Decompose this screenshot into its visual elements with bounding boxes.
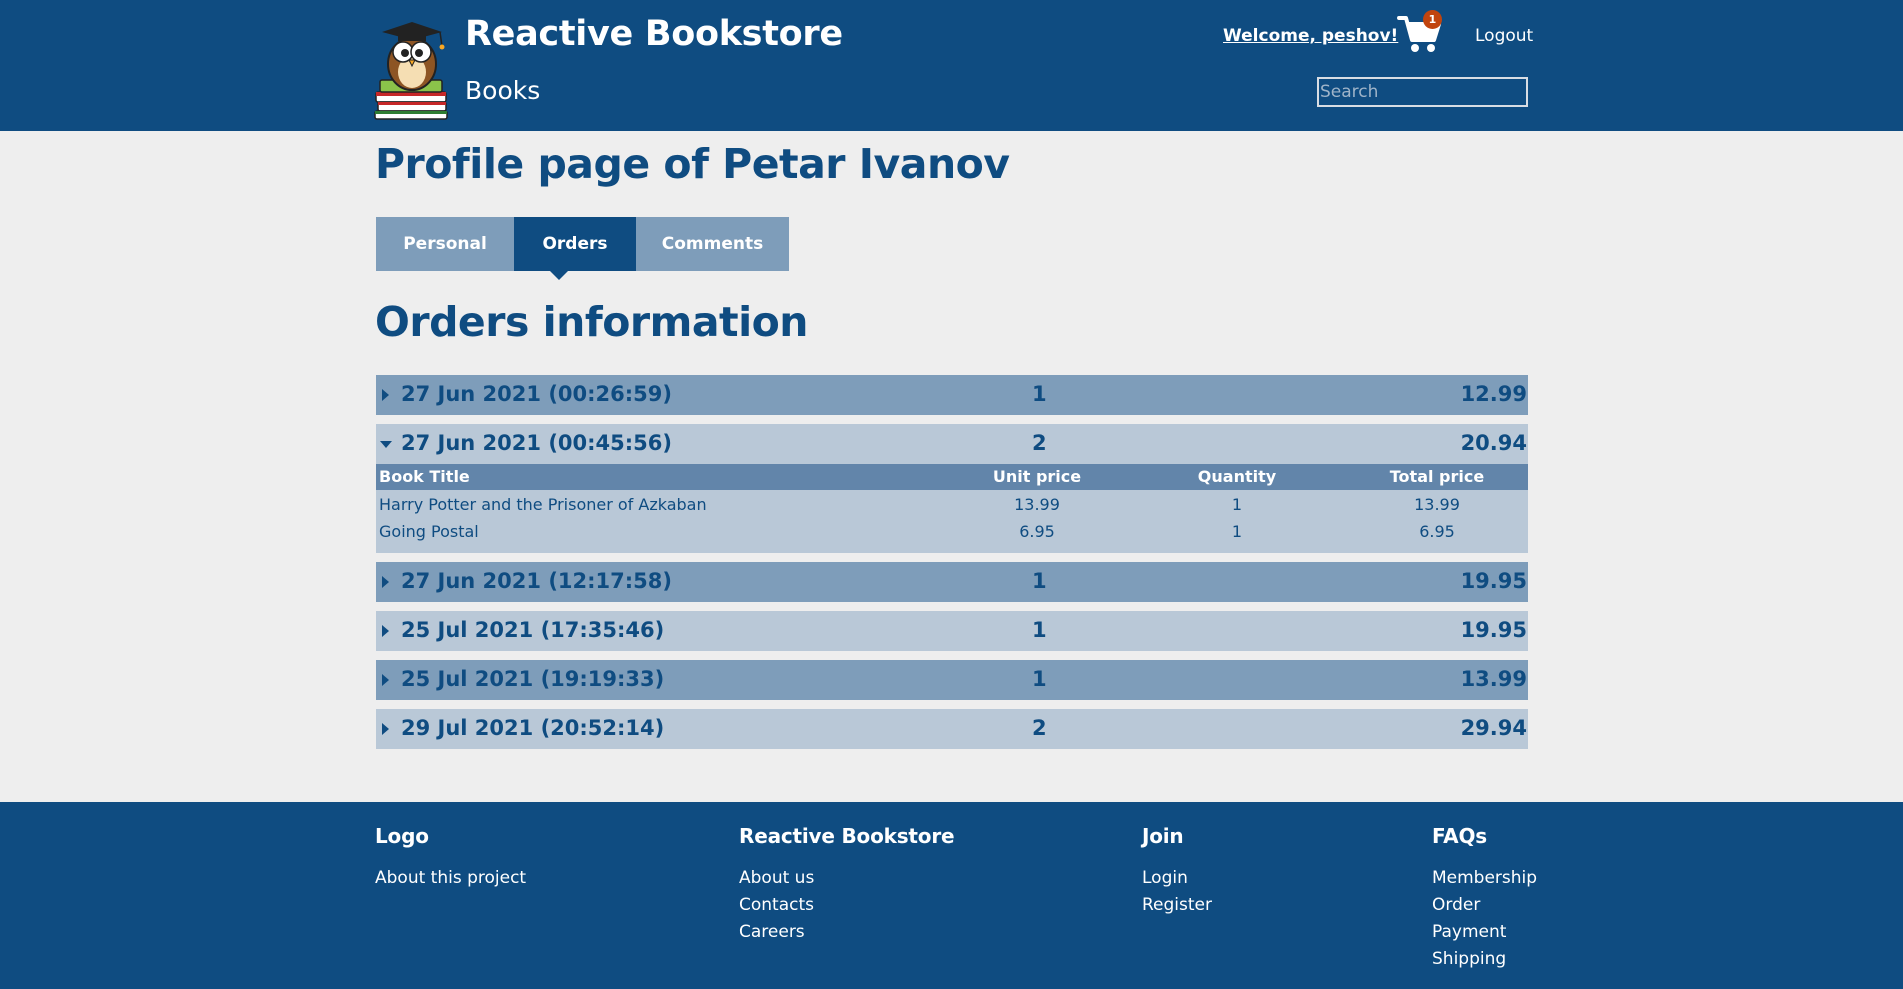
site-footer: Logo About this project Reactive Booksto… — [0, 802, 1903, 989]
item-title[interactable]: Going Postal — [379, 522, 479, 541]
order-date: 29 Jul 2021 (20:52:14) — [401, 716, 665, 740]
order-details-table: Book Title Unit price Quantity Total pri… — [376, 464, 1528, 553]
item-unit-price: 13.99 — [1014, 495, 1060, 514]
col-quantity: Quantity — [1197, 467, 1277, 486]
col-unit-price: Unit price — [992, 467, 1082, 486]
item-quantity: 1 — [1231, 495, 1243, 514]
item-title[interactable]: Harry Potter and the Prisoner of Azkaban — [379, 495, 707, 514]
cart-count-badge: 1 — [1423, 10, 1442, 29]
col-book-title: Book Title — [379, 467, 470, 486]
footer-link-contacts[interactable]: Contacts — [739, 892, 954, 919]
order-date: 27 Jun 2021 (12:17:58) — [401, 569, 672, 593]
site-title[interactable]: Reactive Bookstore — [465, 14, 843, 54]
col-total-price: Total price — [1389, 467, 1485, 486]
order-item-count: 2 — [1032, 716, 1047, 740]
footer-column-logo: Logo About this project — [375, 824, 526, 892]
orders-list: 27 Jun 2021 (00:26:59) 1 12.99 27 Jun 20… — [376, 375, 1528, 758]
footer-link-membership[interactable]: Membership — [1432, 865, 1537, 892]
order-date: 25 Jul 2021 (17:35:46) — [401, 618, 665, 642]
footer-link-login[interactable]: Login — [1142, 865, 1212, 892]
item-unit-price: 6.95 — [1019, 522, 1055, 541]
order-total: 12.99 — [1460, 382, 1527, 406]
order-row[interactable]: 29 Jul 2021 (20:52:14) 2 29.94 — [376, 709, 1528, 749]
order-row[interactable]: 25 Jul 2021 (17:35:46) 1 19.95 — [376, 611, 1528, 651]
order-item-count: 1 — [1032, 382, 1047, 406]
owl-logo-icon[interactable] — [374, 12, 450, 120]
order-total: 19.95 — [1460, 569, 1527, 593]
caret-right-icon — [382, 576, 389, 588]
footer-column-join: Join Login Register — [1142, 824, 1212, 919]
order-item-row: Going Postal 6.95 1 6.95 — [376, 518, 1528, 545]
footer-link-payment[interactable]: Payment — [1432, 919, 1537, 946]
order-total: 20.94 — [1460, 431, 1527, 455]
item-total-price: 13.99 — [1414, 495, 1460, 514]
order-total: 29.94 — [1460, 716, 1527, 740]
tab-personal[interactable]: Personal — [376, 217, 514, 271]
profile-tabs: Personal Orders Comments — [376, 217, 789, 280]
caret-right-icon — [382, 674, 389, 686]
order-item-count: 2 — [1032, 431, 1047, 455]
footer-link-about-us[interactable]: About us — [739, 865, 954, 892]
search-input[interactable] — [1317, 77, 1528, 107]
footer-heading: Logo — [375, 824, 429, 848]
footer-link-careers[interactable]: Careers — [739, 919, 954, 946]
footer-link-register[interactable]: Register — [1142, 892, 1212, 919]
logout-link[interactable]: Logout — [1475, 26, 1533, 46]
footer-heading: Reactive Bookstore — [739, 824, 955, 848]
order-item-count: 1 — [1032, 618, 1047, 642]
footer-heading: Join — [1142, 824, 1184, 848]
footer-column-bookstore: Reactive Bookstore About us Contacts Car… — [739, 824, 955, 946]
order-date: 27 Jun 2021 (00:45:56) — [401, 431, 672, 455]
order-date: 25 Jul 2021 (19:19:33) — [401, 667, 665, 691]
order-row-expanded[interactable]: 27 Jun 2021 (00:45:56) 2 20.94 — [376, 424, 1528, 464]
page-title: Profile page of Petar Ivanov — [375, 140, 1010, 188]
order-item-count: 1 — [1032, 569, 1047, 593]
site-subtitle[interactable]: Books — [465, 76, 540, 105]
footer-column-faqs: FAQs Membership Order Payment Shipping — [1432, 824, 1537, 973]
tab-orders[interactable]: Orders — [514, 217, 636, 280]
order-total: 13.99 — [1460, 667, 1527, 691]
order-row[interactable]: 27 Jun 2021 (12:17:58) 1 19.95 — [376, 562, 1528, 602]
order-item-count: 1 — [1032, 667, 1047, 691]
item-quantity: 1 — [1231, 522, 1243, 541]
welcome-link[interactable]: Welcome, peshov! — [1223, 26, 1398, 46]
footer-link-order[interactable]: Order — [1432, 892, 1537, 919]
item-total-price: 6.95 — [1419, 522, 1455, 541]
footer-link-about-project[interactable]: About this project — [375, 865, 526, 892]
tab-comments[interactable]: Comments — [636, 217, 789, 271]
order-total: 19.95 — [1460, 618, 1527, 642]
order-date: 27 Jun 2021 (00:26:59) — [401, 382, 672, 406]
site-header: Reactive Bookstore Books Welcome, peshov… — [0, 0, 1903, 131]
footer-link-shipping[interactable]: Shipping — [1432, 946, 1537, 973]
footer-heading: FAQs — [1432, 824, 1487, 848]
order-item-row: Harry Potter and the Prisoner of Azkaban… — [376, 491, 1528, 518]
caret-right-icon — [382, 625, 389, 637]
order-row[interactable]: 25 Jul 2021 (19:19:33) 1 13.99 — [376, 660, 1528, 700]
order-details-header: Book Title Unit price Quantity Total pri… — [376, 464, 1528, 490]
caret-right-icon — [382, 723, 389, 735]
order-row[interactable]: 27 Jun 2021 (00:26:59) 1 12.99 — [376, 375, 1528, 415]
orders-section-title: Orders information — [375, 298, 809, 346]
caret-down-icon — [380, 441, 392, 448]
caret-right-icon — [382, 389, 389, 401]
